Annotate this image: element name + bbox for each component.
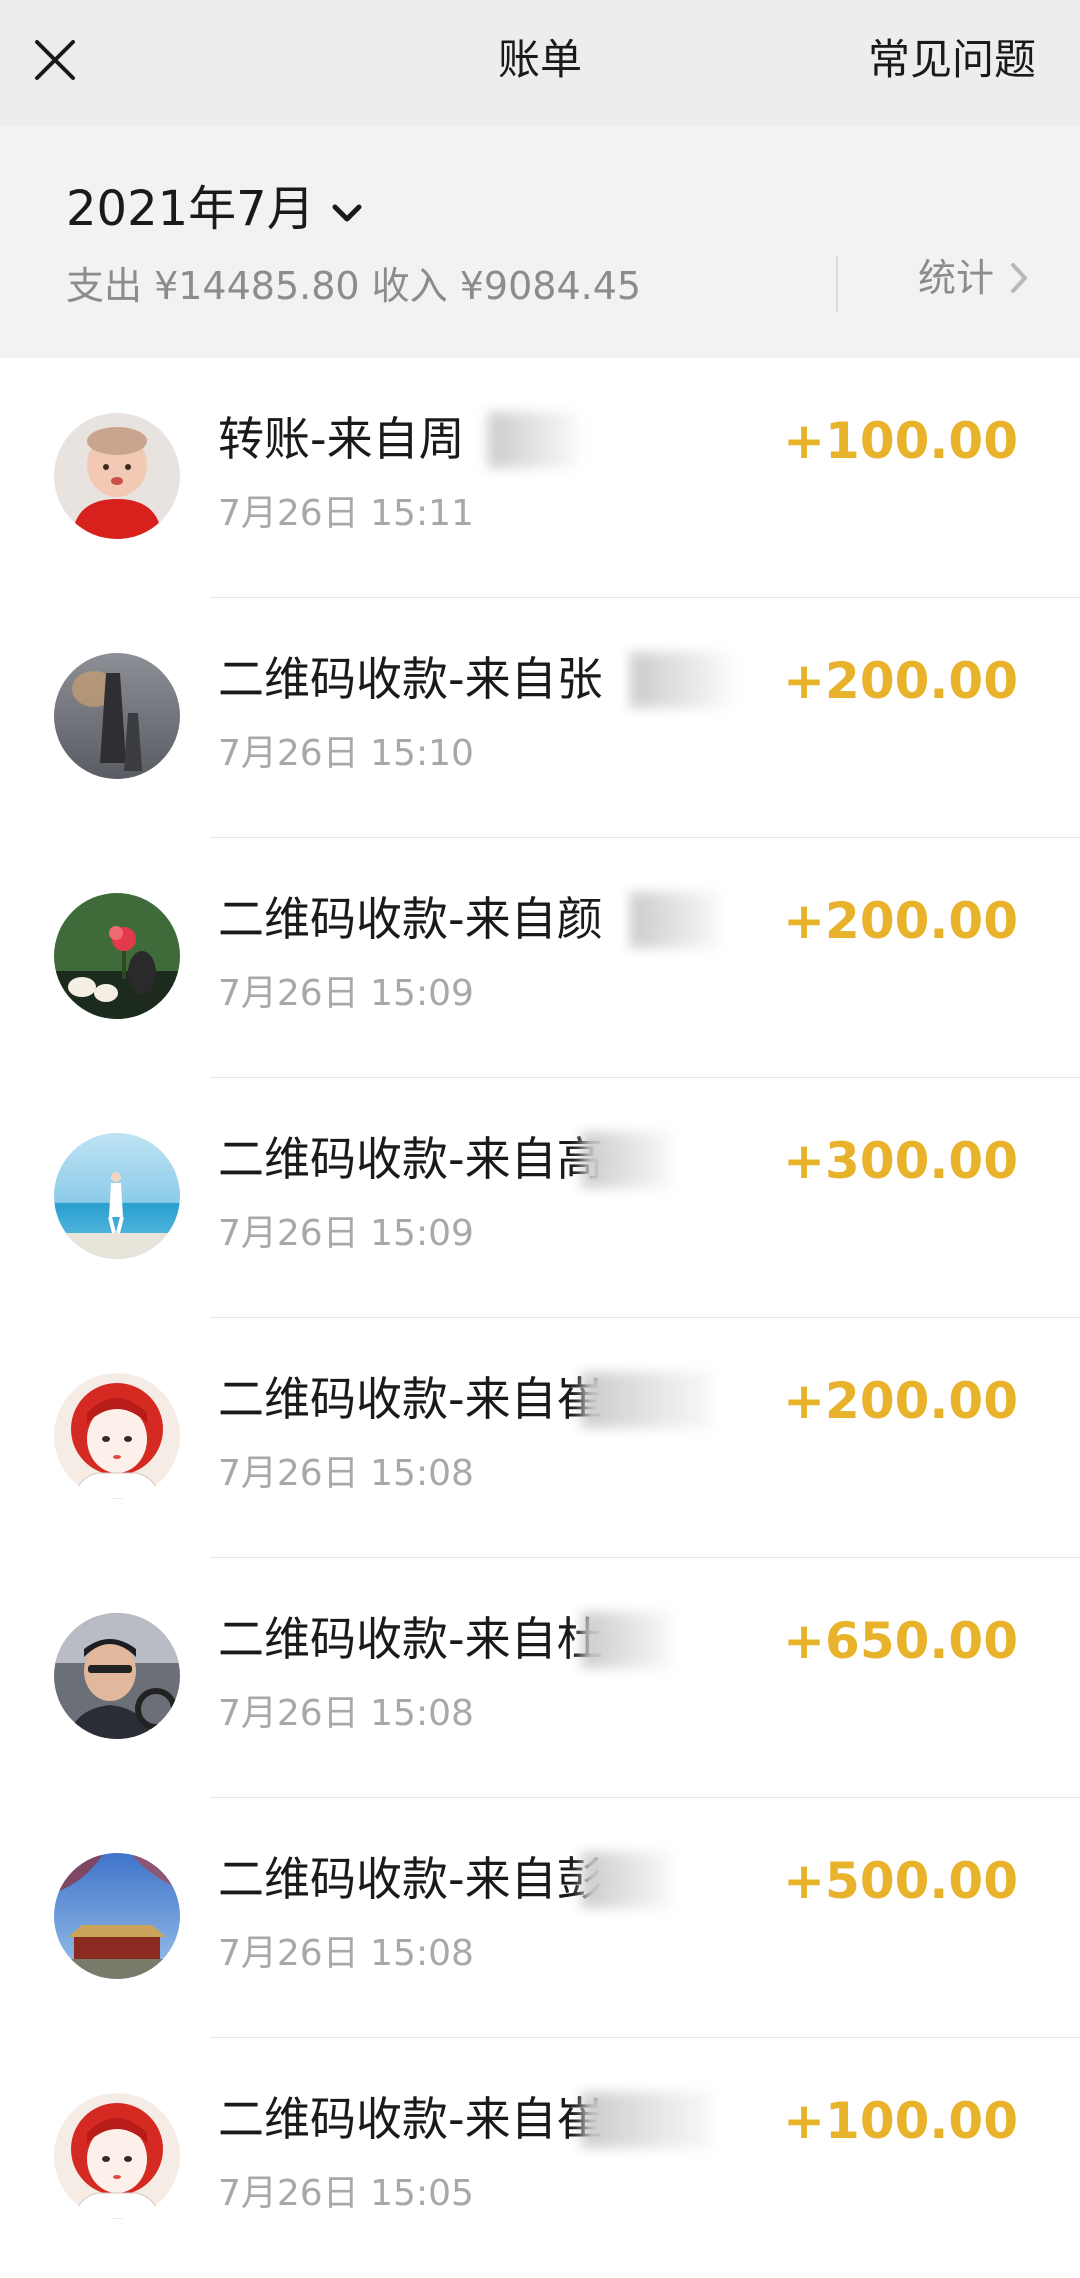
redacted-name [488, 412, 578, 468]
transaction-amount: +200.00 [783, 892, 1018, 950]
faq-link[interactable]: 常见问题 [868, 30, 1036, 90]
stats-label: 统计 [917, 256, 994, 300]
transaction-row[interactable]: 二维码收款-来自颜 7月26日 15:09 +200.00 [0, 838, 1080, 1078]
tea-flower-avatar [54, 893, 180, 1019]
transaction-amount: +300.00 [783, 1132, 1018, 1190]
transaction-title: 二维码收款-来自高 [218, 1132, 603, 1186]
transaction-time: 7月26日 15:05 [218, 2173, 474, 2214]
transaction-row[interactable]: 二维码收款-来自高 7月26日 15:09 +300.00 [0, 1078, 1080, 1318]
transaction-title: 二维码收款-来自颜 [218, 892, 603, 946]
transaction-amount: +650.00 [783, 1612, 1018, 1670]
month-label: 2021年7月 [66, 181, 315, 237]
palace-avatar [54, 1853, 180, 1979]
transaction-row[interactable]: 二维码收款-来自彭 7月26日 15:08 +500.00 [0, 1798, 1080, 2038]
top-bar: 账单 常见问题 [0, 0, 1080, 126]
redacted-name [582, 1372, 712, 1428]
transaction-row[interactable]: 二维码收款-来自张 7月26日 15:10 +200.00 [0, 598, 1080, 838]
transaction-title: 二维码收款-来自崔 [218, 1372, 603, 1426]
transaction-title: 二维码收款-来自彭 [218, 1852, 603, 1906]
stats-link[interactable]: 统计 [918, 248, 1028, 308]
divider [836, 256, 838, 312]
transaction-amount: +200.00 [783, 652, 1018, 710]
transaction-title: 转账-来自周 [218, 412, 465, 466]
transaction-time: 7月26日 15:08 [218, 1693, 474, 1734]
cartoon-girl-avatar [54, 2093, 180, 2219]
beach-avatar [54, 1133, 180, 1259]
transaction-row[interactable]: 二维码收款-来自崔 7月26日 15:08 +200.00 [0, 1318, 1080, 1558]
transaction-title: 二维码收款-来自崔 [218, 2092, 603, 2146]
month-selector[interactable]: 2021年7月 [66, 174, 363, 244]
transaction-time: 7月26日 15:09 [218, 973, 474, 1014]
chevron-down-icon [332, 204, 362, 222]
transaction-row[interactable]: 二维码收款-来自崔 7月26日 15:05 +100.00 [0, 2038, 1080, 2278]
transaction-time: 7月26日 15:10 [218, 733, 474, 774]
transaction-list: 转账-来自周 7月26日 15:11 +100.00 二维码收款-来自张 7月2… [0, 358, 1080, 2278]
baby-photo-avatar [54, 413, 180, 539]
month-summary: 支出 ¥14485.80 收入 ¥9084.45 [66, 264, 642, 308]
transaction-title: 二维码收款-来自张 [218, 652, 603, 706]
transaction-time: 7月26日 15:11 [218, 493, 474, 534]
chevron-right-icon [1011, 263, 1027, 293]
transaction-amount: +100.00 [783, 2092, 1018, 2150]
transaction-time: 7月26日 15:08 [218, 1933, 474, 1974]
transaction-amount: +100.00 [783, 412, 1018, 470]
redacted-name [582, 1612, 672, 1668]
shadow-photo-avatar [54, 653, 180, 779]
transaction-amount: +200.00 [783, 1372, 1018, 1430]
redacted-name [582, 1852, 672, 1908]
transaction-title: 二维码收款-来自杜 [218, 1612, 603, 1666]
redacted-name [630, 652, 730, 708]
redacted-name [582, 1132, 672, 1188]
transaction-time: 7月26日 15:09 [218, 1213, 474, 1254]
transaction-time: 7月26日 15:08 [218, 1453, 474, 1494]
transaction-row[interactable]: 转账-来自周 7月26日 15:11 +100.00 [0, 358, 1080, 598]
transaction-amount: +500.00 [783, 1852, 1018, 1910]
redacted-name [582, 2092, 712, 2148]
month-header: 2021年7月 支出 ¥14485.80 收入 ¥9084.45 统计 [0, 126, 1080, 358]
redacted-name [630, 892, 720, 948]
man-in-car-avatar [54, 1613, 180, 1739]
transaction-row[interactable]: 二维码收款-来自杜 7月26日 15:08 +650.00 [0, 1558, 1080, 1798]
cartoon-girl-avatar [54, 1373, 180, 1499]
